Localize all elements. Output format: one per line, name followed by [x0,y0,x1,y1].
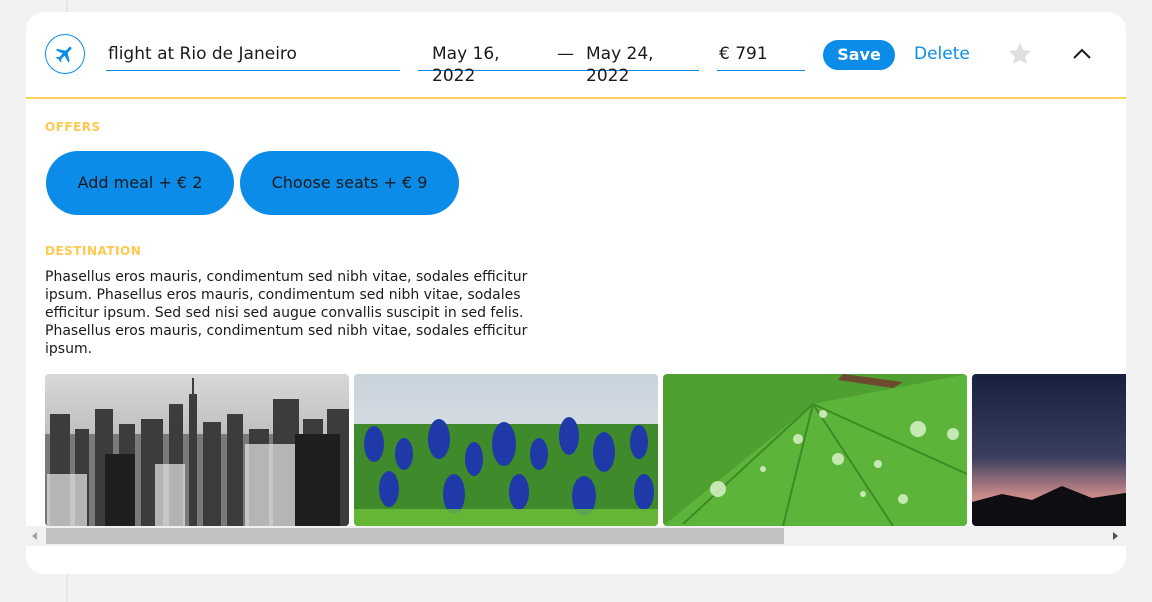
offer-choose-seats[interactable]: Choose seats + € 9 [240,151,459,215]
save-button[interactable]: Save [823,40,895,70]
airplane-icon [55,46,72,63]
event-header: flight at Rio de Janeiro May 16, 2022 — … [26,12,1126,99]
offer-label: Add meal + € 2 [77,173,203,192]
delete-button[interactable]: Delete [914,43,970,65]
price-value: € 791 [719,44,768,64]
photos-horizontal-scrollbar[interactable] [26,526,1126,546]
date-to[interactable]: May 24, 2022 [586,43,699,86]
trip-event-edit-card: flight at Rio de Janeiro May 16, 2022 — … [26,12,1126,574]
destination-description: Phasellus eros mauris, condimentum sed n… [45,269,528,357]
destination-input-value: flight at Rio de Janeiro [108,44,297,64]
chevron-up-icon [1073,48,1091,59]
destination-section-title: DESTINATION [45,244,142,258]
scroll-right-arrow-icon[interactable] [1113,532,1118,540]
collapse-button[interactable] [1071,45,1093,63]
mountain-sunset-photo [972,374,1126,526]
destination-input[interactable]: flight at Rio de Janeiro [106,43,400,71]
favorite-button[interactable] [1006,40,1034,68]
scroll-left-arrow-icon[interactable] [32,532,37,540]
price-input[interactable]: € 791 [717,43,805,71]
star-icon [1008,42,1032,65]
offer-add-meal[interactable]: Add meal + € 2 [46,151,234,215]
destination-photos-strip[interactable] [45,374,1126,526]
leaf-water-drops-photo [663,374,967,526]
scrollbar-thumb[interactable] [46,528,784,544]
date-separator: — [557,44,574,64]
event-type-button[interactable] [45,34,85,74]
offer-label: Choose seats + € 9 [271,173,428,192]
date-from[interactable]: May 16, 2022 [432,43,545,86]
offers-section-title: OFFERS [45,120,101,134]
dates-input[interactable]: May 16, 2022 — May 24, 2022 [418,43,699,86]
city-skyline-photo [45,374,349,526]
bluebonnet-flowers-photo [354,374,658,526]
